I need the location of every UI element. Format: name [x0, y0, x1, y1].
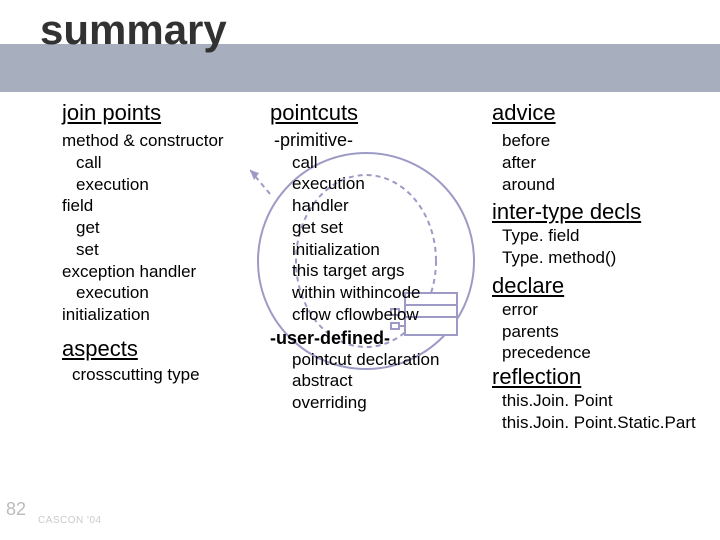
slide-body: join points method & constructor call ex…	[0, 100, 720, 500]
declare-header: declare	[492, 273, 720, 299]
user-defined-label: -user-defined-	[270, 328, 488, 349]
jp-item: call	[62, 152, 257, 174]
jp-item: execution	[62, 174, 257, 196]
jp-item: initialization	[62, 304, 257, 326]
jp-item: set	[62, 239, 257, 261]
aspects-header: aspects	[62, 336, 257, 362]
aspects-item: crosscutting type	[62, 364, 257, 386]
pc-item: cflow cflowbelow	[270, 304, 488, 326]
reflection-item: this.Join. Point	[492, 390, 720, 412]
pointcuts-header: pointcuts	[270, 100, 488, 126]
declare-item: precedence	[492, 342, 720, 364]
declare-item: error	[492, 299, 720, 321]
intertype-item: Type. field	[492, 225, 720, 247]
advice-item: after	[492, 152, 720, 174]
advice-item: around	[492, 174, 720, 196]
pc-item: call	[270, 152, 488, 174]
pc-item: handler	[270, 195, 488, 217]
jp-item: field	[62, 195, 257, 217]
declare-item: parents	[492, 321, 720, 343]
join-points-header: join points	[62, 100, 257, 126]
advice-header: advice	[492, 100, 720, 126]
ud-item: abstract	[270, 370, 488, 392]
ud-item: overriding	[270, 392, 488, 414]
advice-item: before	[492, 130, 720, 152]
intertype-header: inter-type decls	[492, 199, 720, 225]
column-advice: advice before after around inter-type de…	[492, 100, 720, 434]
jp-item: get	[62, 217, 257, 239]
reflection-item: this.Join. Point.Static.Part	[492, 412, 720, 434]
pc-item: execution	[270, 173, 488, 195]
pc-item: initialization	[270, 239, 488, 261]
pc-item: within withincode	[270, 282, 488, 304]
jp-item: execution	[62, 282, 257, 304]
jp-item: exception handler	[62, 261, 257, 283]
intertype-item: Type. method()	[492, 247, 720, 269]
primitive-label: -primitive-	[270, 130, 488, 152]
jp-item: method & constructor	[62, 130, 257, 152]
pc-item: this target args	[270, 260, 488, 282]
reflection-header: reflection	[492, 364, 720, 390]
slide: summary join points method & constructor…	[0, 0, 720, 540]
column-pointcuts: pointcuts -primitive- call execution han…	[270, 100, 488, 414]
page-number: 82	[6, 499, 26, 520]
column-join-points: join points method & constructor call ex…	[62, 100, 257, 386]
footer-text: CASCON '04	[38, 515, 102, 526]
ud-item: pointcut declaration	[270, 349, 488, 371]
pc-item: get set	[270, 217, 488, 239]
slide-title: summary	[40, 6, 227, 54]
